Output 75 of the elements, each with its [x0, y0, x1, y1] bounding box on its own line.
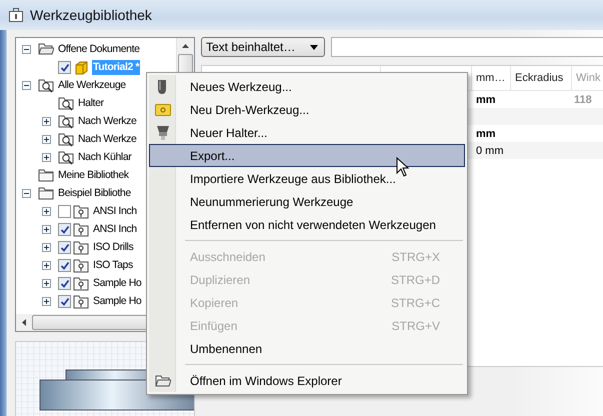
scroll-up-icon[interactable]: [182, 44, 189, 48]
checkbox[interactable]: [58, 204, 71, 218]
table-cell-text: 0 mm: [475, 144, 504, 158]
menu-item[interactable]: Export...: [149, 144, 465, 167]
checkbox[interactable]: [58, 294, 71, 308]
expand-icon[interactable]: [42, 116, 51, 126]
column-header[interactable]: Eckradius: [511, 66, 572, 90]
expand-icon[interactable]: [42, 152, 51, 162]
menu-item[interactable]: Neues Werkzeug...: [149, 75, 465, 98]
folder-icon: [38, 167, 54, 183]
table-cell-text: mm: [475, 126, 497, 142]
tool-folder-icon: [73, 203, 89, 219]
folder-search-icon: [58, 149, 74, 165]
collapse-icon[interactable]: [22, 80, 31, 90]
tree-item[interactable]: ANSI Inch: [92, 222, 138, 236]
open-folder-icon: [38, 41, 54, 57]
window-title: Werkzeugbibliothek: [30, 7, 152, 23]
tree-item[interactable]: Offene Dokumente: [57, 42, 141, 56]
tree-item[interactable]: Nach Werkze: [77, 132, 138, 146]
checkbox[interactable]: [58, 60, 71, 74]
tool-folder-icon: [73, 293, 89, 309]
tree-item[interactable]: Nach Kühlar: [77, 150, 132, 164]
tree-item[interactable]: Beispiel Bibliothe: [57, 186, 132, 200]
filter-dropdown[interactable]: Text beinhaltet…: [201, 37, 325, 57]
tree-item[interactable]: Meine Bibliothek: [57, 168, 130, 182]
folder-search-icon: [58, 95, 74, 111]
menu-item[interactable]: Neu Dreh-Werkzeug...: [149, 98, 465, 121]
folder-search-icon: [38, 77, 54, 93]
expand-icon[interactable]: [42, 224, 51, 234]
scroll-left-icon[interactable]: [22, 319, 26, 326]
tool-folder-icon: [73, 275, 89, 291]
checkbox[interactable]: [58, 222, 71, 236]
checkbox[interactable]: [58, 240, 71, 254]
tree-item[interactable]: ISO Drills: [92, 240, 134, 254]
collapse-icon[interactable]: [22, 44, 31, 54]
menu-item[interactable]: Umbenennen: [149, 337, 465, 360]
expand-icon[interactable]: [42, 296, 51, 306]
cube-icon: [73, 59, 89, 75]
caret-icon: [310, 44, 318, 50]
toolbox-icon: [8, 7, 24, 23]
column-header[interactable]: mm…: [472, 66, 511, 90]
holder-icon: [155, 124, 171, 140]
mouse-cursor-icon: [396, 157, 410, 177]
tree-item[interactable]: Sample Ho: [92, 276, 142, 290]
expand-icon[interactable]: [42, 206, 51, 216]
tree-item[interactable]: Alle Werkzeuge: [57, 78, 127, 92]
tool-folder-icon: [73, 221, 89, 237]
tool-folder-icon: [73, 257, 89, 273]
tree-item[interactable]: Halter: [77, 96, 105, 110]
collapse-icon[interactable]: [22, 188, 31, 198]
menu-item[interactable]: Importiere Werkzeuge aus Bibliothek...: [149, 167, 465, 190]
checkbox[interactable]: [58, 258, 71, 272]
menu-item[interactable]: Öffnen im Windows Explorer: [149, 369, 465, 392]
expand-icon[interactable]: [42, 260, 51, 270]
check-icon: [60, 62, 70, 72]
tree-item[interactable]: ISO Taps: [92, 258, 134, 272]
search-field[interactable]: [331, 37, 603, 57]
tool-folder-icon: [73, 239, 89, 255]
insert-icon: [155, 102, 171, 118]
table-cell-text: mm: [475, 92, 497, 108]
expand-icon[interactable]: [42, 242, 51, 252]
table-cell-text: 118: [573, 92, 593, 108]
folder-search-icon: [58, 113, 74, 129]
menu-item[interactable]: Entfernen von nicht verwendeten Werkzeugen: [149, 213, 465, 236]
expand-icon[interactable]: [42, 134, 51, 144]
tree-item[interactable]: Sample Ho: [92, 294, 142, 308]
folder-search-icon: [58, 131, 74, 147]
menu-item[interactable]: Neunummerierung Werkzeuge: [149, 190, 465, 213]
expand-icon[interactable]: [42, 278, 51, 288]
folder-icon: [38, 185, 54, 201]
tree-item[interactable]: ANSI Inch: [92, 204, 138, 218]
tree-item[interactable]: Nach Werkze: [77, 114, 138, 128]
menu-item[interactable]: Neuer Halter...: [149, 121, 465, 144]
open-folder-icon: [155, 372, 171, 388]
checkbox[interactable]: [58, 276, 71, 290]
